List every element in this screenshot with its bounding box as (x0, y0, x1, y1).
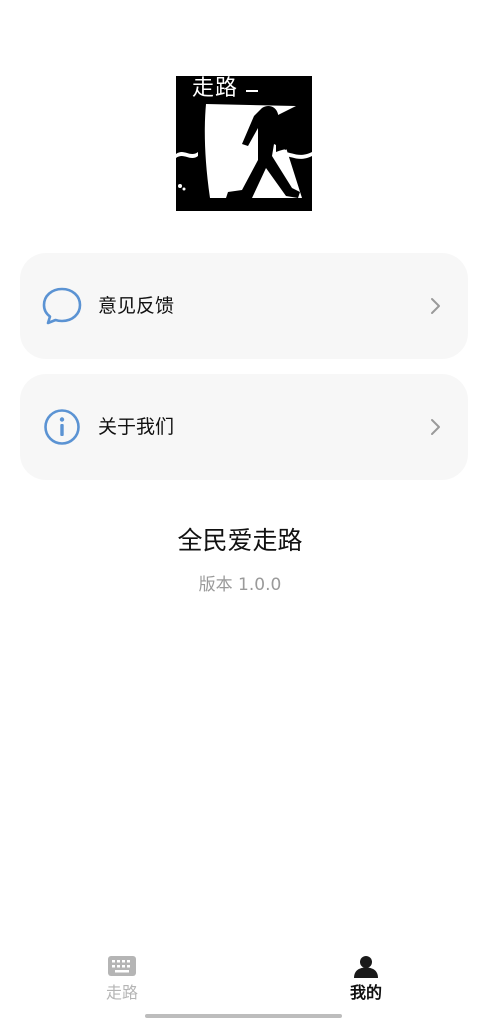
app-logo: 走路 (176, 76, 312, 211)
about-us-label: 关于我们 (98, 416, 175, 438)
chat-bubble-icon (42, 287, 82, 325)
app-name: 全民爱走路 (177, 526, 303, 555)
about-us-menu-item[interactable]: 关于我们 (20, 374, 468, 480)
tab-walk[interactable]: 走路 (82, 954, 162, 1006)
feedback-menu-item[interactable]: 意见反馈 (20, 253, 468, 359)
tab-mine-label: 我的 (349, 983, 382, 1002)
person-icon (354, 956, 378, 978)
keyboard-icon (108, 956, 136, 976)
tab-mine[interactable]: 我的 (326, 954, 406, 1006)
chevron-right-icon (431, 419, 440, 435)
chevron-right-icon (431, 298, 440, 314)
app-version: 版本 1.0.0 (198, 575, 282, 595)
feedback-label: 意见反馈 (98, 295, 175, 317)
tab-walk-label: 走路 (105, 983, 138, 1002)
home-indicator (145, 1014, 342, 1018)
logo-text: 走路 (190, 76, 242, 102)
info-circle-icon (44, 409, 80, 445)
